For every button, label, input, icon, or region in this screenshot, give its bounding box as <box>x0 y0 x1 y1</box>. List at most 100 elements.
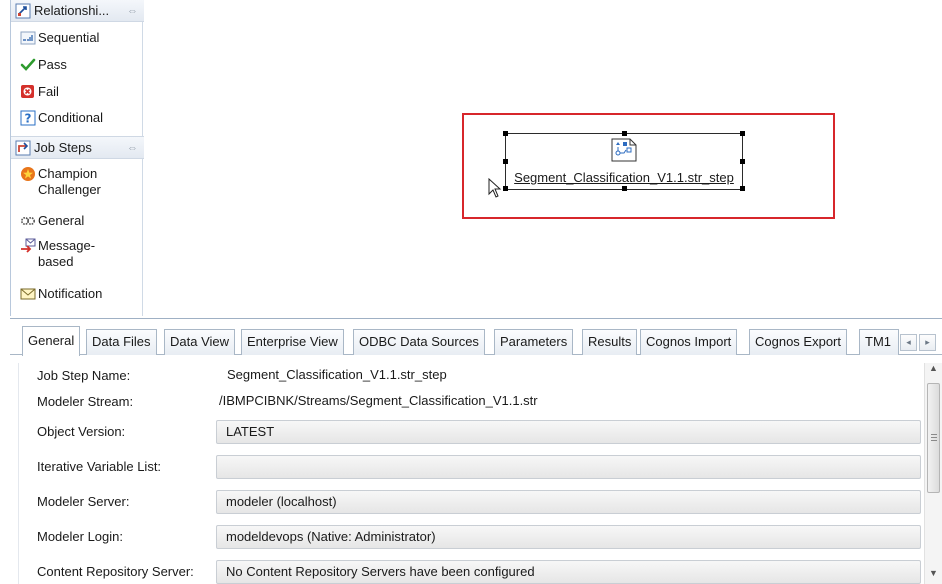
grip-line <box>931 437 937 438</box>
field-label: Modeler Stream: <box>37 394 134 409</box>
tab-cognos-export[interactable]: Cognos Export <box>749 329 847 355</box>
field-iterative-variable-list: Iterative Variable List: <box>19 455 924 479</box>
job-step-node[interactable]: Segment_Classification_V1.1.str_step <box>503 131 745 191</box>
label-line: based <box>38 254 74 269</box>
vertical-scrollbar[interactable]: ▲ ▼ <box>924 363 942 584</box>
checkmark-icon <box>20 57 36 73</box>
tab-data-view[interactable]: Data View <box>164 329 236 355</box>
svg-text:?: ? <box>25 112 32 126</box>
properties-panel: General Data Files Data View Enterprise … <box>10 318 942 584</box>
field-label: Iterative Variable List: <box>37 459 162 474</box>
tab-label: Cognos Import <box>646 334 732 349</box>
star-badge-icon <box>20 166 36 182</box>
palette-item-fail[interactable]: Fail <box>11 84 144 100</box>
scroll-up-icon[interactable]: ▲ <box>925 363 942 379</box>
fail-icon <box>20 84 36 100</box>
drawer-title: Job Steps <box>34 140 92 155</box>
tab-bar: General Data Files Data View Enterprise … <box>10 325 942 356</box>
palette: Relationshi... ⇔ Sequential Pass Fail ? … <box>10 0 144 316</box>
grip-line <box>931 440 937 441</box>
palette-item-label: Message- based <box>38 238 95 270</box>
stream-step-icon <box>610 138 638 165</box>
relationships-icon <box>15 3 31 19</box>
field-modeler-stream: Modeler Stream: /IBMPCIBNK/Streams/Segme… <box>19 390 924 414</box>
tab-label: Enterprise View <box>247 334 338 349</box>
tab-tm1[interactable]: TM1 <box>859 329 899 355</box>
modeler-stream-value: /IBMPCIBNK/Streams/Segment_Classificatio… <box>216 390 921 414</box>
content-repository-server-select[interactable]: No Content Repository Servers have been … <box>216 560 921 584</box>
object-version-select[interactable]: LATEST <box>216 420 921 444</box>
tab-parameters[interactable]: Parameters <box>494 329 574 355</box>
palette-item-general[interactable]: General <box>11 213 144 229</box>
palette-item-label: Sequential <box>38 30 100 45</box>
tab-data-files[interactable]: Data Files <box>86 329 157 355</box>
question-icon: ? <box>20 110 36 126</box>
tab-label: General <box>28 333 75 348</box>
tab-label: Cognos Export <box>755 334 841 349</box>
tab-label: Data View <box>170 334 230 349</box>
field-label: Modeler Server: <box>37 494 130 509</box>
drawer-title: Relationshi... <box>34 3 110 18</box>
palette-item-label: Notification <box>38 286 103 301</box>
tab-label: Parameters <box>500 334 568 349</box>
field-object-version: Object Version: LATEST <box>19 420 924 444</box>
resize-handle[interactable] <box>622 131 627 136</box>
tab-label: Results <box>588 334 632 349</box>
palette-item-message-based[interactable]: Message- based <box>11 238 144 270</box>
palette-item-label: General <box>38 213 85 228</box>
field-label: Object Version: <box>37 424 126 439</box>
tab-enterprise-view[interactable]: Enterprise View <box>241 329 344 355</box>
resize-handle[interactable] <box>503 131 508 136</box>
job-step-name-input[interactable]: Segment_Classification_V1.1.str_step <box>216 364 921 388</box>
palette-item-champion-challenger[interactable]: Champion Challenger <box>11 166 144 198</box>
tab-label: ODBC Data Sources <box>359 334 479 349</box>
resize-handle[interactable] <box>740 186 745 191</box>
resize-handle[interactable] <box>740 159 745 164</box>
job-steps-drawer-header[interactable]: Job Steps ⇔ <box>11 136 144 159</box>
scroll-down-icon[interactable]: ▼ <box>925 568 942 584</box>
field-modeler-server: Modeler Server: modeler (localhost) <box>19 490 924 514</box>
palette-item-notification[interactable]: Notification <box>11 286 144 302</box>
field-label: Content Repository Server: <box>37 564 194 579</box>
collapse-icon[interactable]: ⇔ <box>127 5 138 17</box>
modeler-server-select[interactable]: modeler (localhost) <box>216 490 921 514</box>
gears-icon <box>20 213 36 229</box>
tab-odbc-data-sources[interactable]: ODBC Data Sources <box>353 329 485 355</box>
tab-label: Data Files <box>92 334 151 349</box>
job-canvas[interactable]: Segment_Classification_V1.1.str_step <box>144 0 942 318</box>
field-job-step-name: Job Step Name: Segment_Classification_V1… <box>19 364 924 388</box>
scrollbar-thumb[interactable] <box>927 383 940 493</box>
palette-item-label: Champion Challenger <box>38 166 101 198</box>
palette-item-label: Fail <box>38 84 59 99</box>
palette-item-sequential[interactable]: Sequential <box>11 30 144 46</box>
label-line: Message- <box>38 238 96 253</box>
tab-general[interactable]: General <box>22 326 81 356</box>
tab-scroll-right-icon[interactable]: ▸ <box>919 334 936 351</box>
resize-handle[interactable] <box>740 131 745 136</box>
resize-handle[interactable] <box>503 186 508 191</box>
resize-handle[interactable] <box>622 186 627 191</box>
tab-results[interactable]: Results <box>582 329 638 355</box>
palette-item-label: Pass <box>38 57 67 72</box>
field-label: Job Step Name: <box>37 368 131 383</box>
sequential-icon <box>20 30 36 46</box>
label-line: Champion <box>38 166 98 181</box>
tab-scroll-left-icon[interactable]: ◂ <box>900 334 917 351</box>
field-modeler-login: Modeler Login: modeldevops (Native: Admi… <box>19 525 924 549</box>
modeler-login-select[interactable]: modeldevops (Native: Administrator) <box>216 525 921 549</box>
palette-item-conditional[interactable]: ? Conditional <box>11 110 144 126</box>
node-label[interactable]: Segment_Classification_V1.1.str_step <box>506 170 742 185</box>
resize-handle[interactable] <box>503 159 508 164</box>
field-content-repository-server: Content Repository Server: No Content Re… <box>19 560 924 584</box>
collapse-icon[interactable]: ⇔ <box>127 142 138 154</box>
tab-label: TM1 <box>865 334 891 349</box>
relationships-drawer-header[interactable]: Relationshi... ⇔ <box>11 0 144 22</box>
tab-cognos-import[interactable]: Cognos Import <box>640 329 738 355</box>
mouse-pointer-icon <box>488 177 502 201</box>
grip-line <box>931 434 937 435</box>
palette-item-pass[interactable]: Pass <box>11 57 144 73</box>
field-label: Modeler Login: <box>37 529 123 544</box>
iterative-variable-list-select[interactable] <box>216 455 921 479</box>
envelope-icon <box>20 286 36 302</box>
palette-item-label: Conditional <box>38 110 104 125</box>
